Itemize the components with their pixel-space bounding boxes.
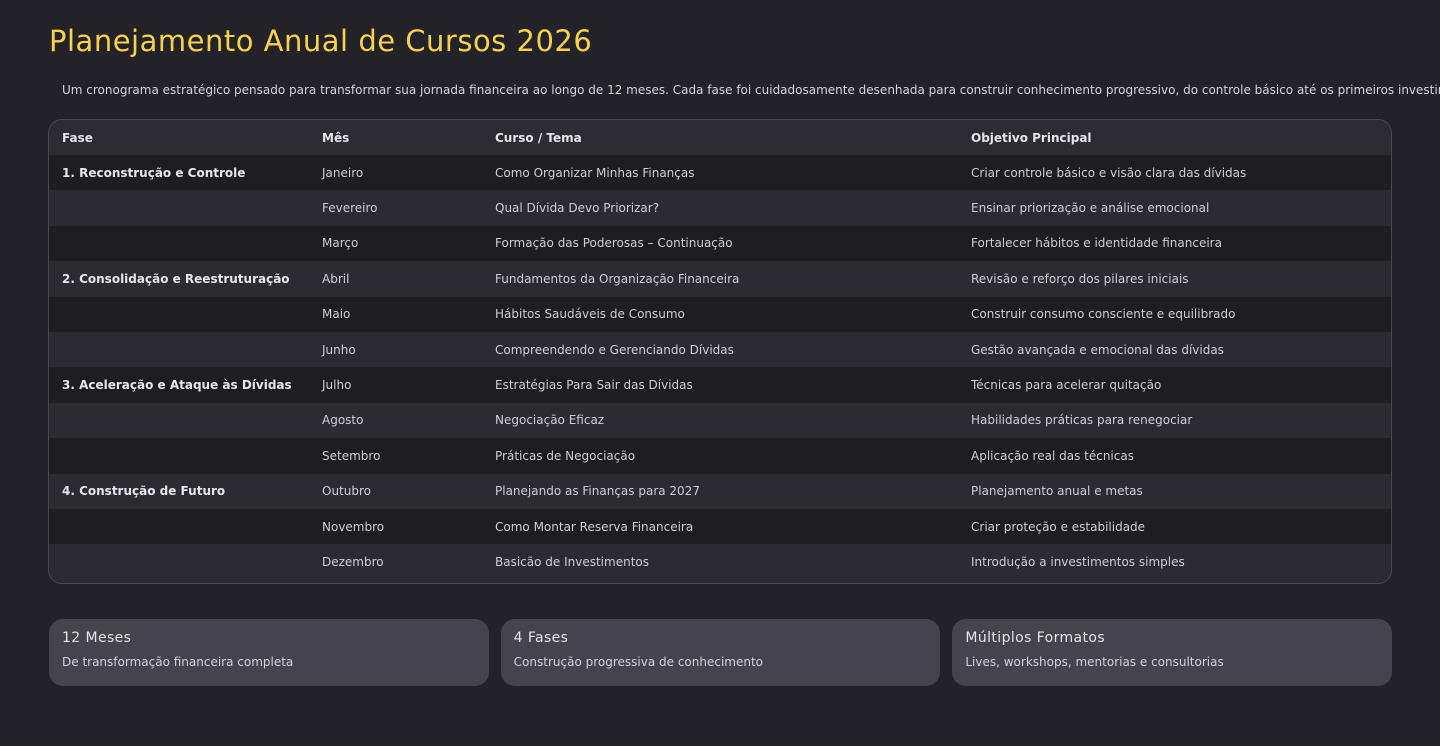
cell-fase bbox=[49, 225, 309, 262]
cell-objetivo: Habilidades práticas para renegociar bbox=[958, 402, 1391, 439]
cell-fase: 4. Construção de Futuro bbox=[49, 473, 309, 509]
table-row: Agosto Negociação Eficaz Habilidades práti… bbox=[49, 402, 1391, 439]
table-body: 1. Reconstrução e Controle Janeiro Como Or… bbox=[49, 155, 1391, 580]
page-title: Planejamento Anual de Cursos 2026 bbox=[49, 24, 593, 58]
cell-curso: Negociação Eficaz bbox=[482, 402, 958, 439]
cell-mes: Junho bbox=[309, 331, 482, 368]
card-title: Múltiplos Formatos bbox=[965, 630, 1106, 646]
cell-curso: Compreendendo e Gerenciando Dívidas bbox=[482, 331, 958, 368]
page: Planejamento Anual de Cursos 2026 Um cro… bbox=[0, 0, 1440, 746]
card-text: Construção progressiva de conhecimento bbox=[513, 655, 764, 669]
cell-fase: 2. Consolidação e Reestruturação bbox=[49, 261, 309, 297]
cell-curso: Fundamentos da Organização Financeira bbox=[482, 261, 958, 297]
cell-fase bbox=[49, 331, 309, 368]
column-header-fase: Fase bbox=[49, 120, 309, 155]
cell-curso: Planejando as Finanças para 2027 bbox=[482, 473, 958, 509]
schedule-table-container: Fase Mês Curso / Tema Objetivo Principal… bbox=[48, 119, 1392, 584]
cell-objetivo: Fortalecer hábitos e identidade financei… bbox=[958, 225, 1391, 262]
table-row: 1. Reconstrução e Controle Janeiro Como Or… bbox=[49, 155, 1391, 191]
summary-card-formats: Múltiplos Formatos Lives, workshops, men… bbox=[952, 619, 1393, 686]
cell-mes: Novembro bbox=[309, 508, 482, 545]
cell-curso: Qual Dívida Devo Priorizar? bbox=[482, 190, 958, 226]
cell-objetivo: Gestão avançada e emocional das dívidas bbox=[958, 331, 1391, 368]
summary-cards: 12 Meses De transformação financeira com… bbox=[49, 619, 1393, 686]
table-header-row: Fase Mês Curso / Tema Objetivo Principal bbox=[49, 120, 1391, 155]
column-header-curso: Curso / Tema bbox=[482, 120, 958, 155]
table-row: 2. Consolidação e Reestruturação Abril Fun… bbox=[49, 261, 1391, 297]
table-row: Dezembro Basicão de Investimentos Introduç… bbox=[49, 544, 1391, 580]
card-title: 4 Fases bbox=[513, 630, 569, 646]
card-title: 12 Meses bbox=[62, 630, 132, 646]
cell-curso: Como Organizar Minhas Finanças bbox=[482, 155, 958, 191]
cell-curso: Estratégias Para Sair das Dívidas bbox=[482, 367, 958, 403]
cell-objetivo: Planejamento anual e metas bbox=[958, 473, 1391, 509]
table-row: 4. Construção de Futuro Outubro Planejando… bbox=[49, 473, 1391, 509]
table-row: Maio Hábitos Saudáveis de Consumo Construi… bbox=[49, 296, 1391, 332]
cell-objetivo: Aplicação real das técnicas bbox=[958, 438, 1391, 474]
cell-fase: 3. Aceleração e Ataque às Dívidas bbox=[49, 367, 309, 403]
column-header-mes: Mês bbox=[309, 120, 482, 155]
cell-fase bbox=[49, 296, 309, 332]
summary-card-months: 12 Meses De transformação financeira com… bbox=[49, 619, 489, 686]
cell-mes: Outubro bbox=[309, 473, 482, 509]
cell-curso: Formação das Poderosas – Continuação bbox=[482, 225, 958, 262]
table-row: Março Formação das Poderosas – Continuaçã… bbox=[49, 225, 1391, 262]
summary-card-phases: 4 Fases Construção progressiva de conhec… bbox=[500, 619, 941, 686]
cell-objetivo: Construir consumo consciente e equilibra… bbox=[958, 296, 1391, 332]
table-row: 3. Aceleração e Ataque às Dívidas Julho Es… bbox=[49, 367, 1391, 403]
cell-fase bbox=[49, 190, 309, 226]
table-row: Junho Compreendendo e Gerenciando Dívidas… bbox=[49, 331, 1391, 368]
schedule-table: Fase Mês Curso / Tema Objetivo Principal… bbox=[49, 120, 1391, 580]
cell-mes: Abril bbox=[309, 261, 482, 297]
cell-fase bbox=[49, 402, 309, 439]
card-text: De transformação financeira completa bbox=[62, 655, 294, 669]
table-row: Novembro Como Montar Reserva Financeira Cr… bbox=[49, 508, 1391, 545]
cell-fase: 1. Reconstrução e Controle bbox=[49, 155, 309, 191]
cell-objetivo: Revisão e reforço dos pilares iniciais bbox=[958, 261, 1391, 297]
cell-fase bbox=[49, 508, 309, 545]
cell-mes: Agosto bbox=[309, 402, 482, 439]
cell-objetivo: Ensinar priorização e análise emocional bbox=[958, 190, 1391, 226]
cell-objetivo: Criar controle básico e visão clara das … bbox=[958, 155, 1391, 191]
cell-mes: Setembro bbox=[309, 438, 482, 474]
table-row: Setembro Práticas de Negociação Aplicação … bbox=[49, 438, 1391, 474]
table-row: Fevereiro Qual Dívida Devo Priorizar? Ensi… bbox=[49, 190, 1391, 226]
cell-fase bbox=[49, 544, 309, 580]
cell-mes: Maio bbox=[309, 296, 482, 332]
intro-text: Um cronograma estratégico pensado para t… bbox=[62, 83, 1440, 97]
cell-curso: Como Montar Reserva Financeira bbox=[482, 508, 958, 545]
cell-fase bbox=[49, 438, 309, 474]
cell-mes: Março bbox=[309, 225, 482, 262]
cell-objetivo: Técnicas para acelerar quitação bbox=[958, 367, 1391, 403]
cell-curso: Práticas de Negociação bbox=[482, 438, 958, 474]
cell-curso: Basicão de Investimentos bbox=[482, 544, 958, 580]
card-text: Lives, workshops, mentorias e consultori… bbox=[965, 655, 1224, 669]
cell-mes: Julho bbox=[309, 367, 482, 403]
cell-mes: Fevereiro bbox=[309, 190, 482, 226]
cell-mes: Janeiro bbox=[309, 155, 482, 191]
cell-curso: Hábitos Saudáveis de Consumo bbox=[482, 296, 958, 332]
cell-mes: Dezembro bbox=[309, 544, 482, 580]
cell-objetivo: Introdução a investimentos simples bbox=[958, 544, 1391, 580]
column-header-objetivo: Objetivo Principal bbox=[958, 120, 1391, 155]
cell-objetivo: Criar proteção e estabilidade bbox=[958, 508, 1391, 545]
